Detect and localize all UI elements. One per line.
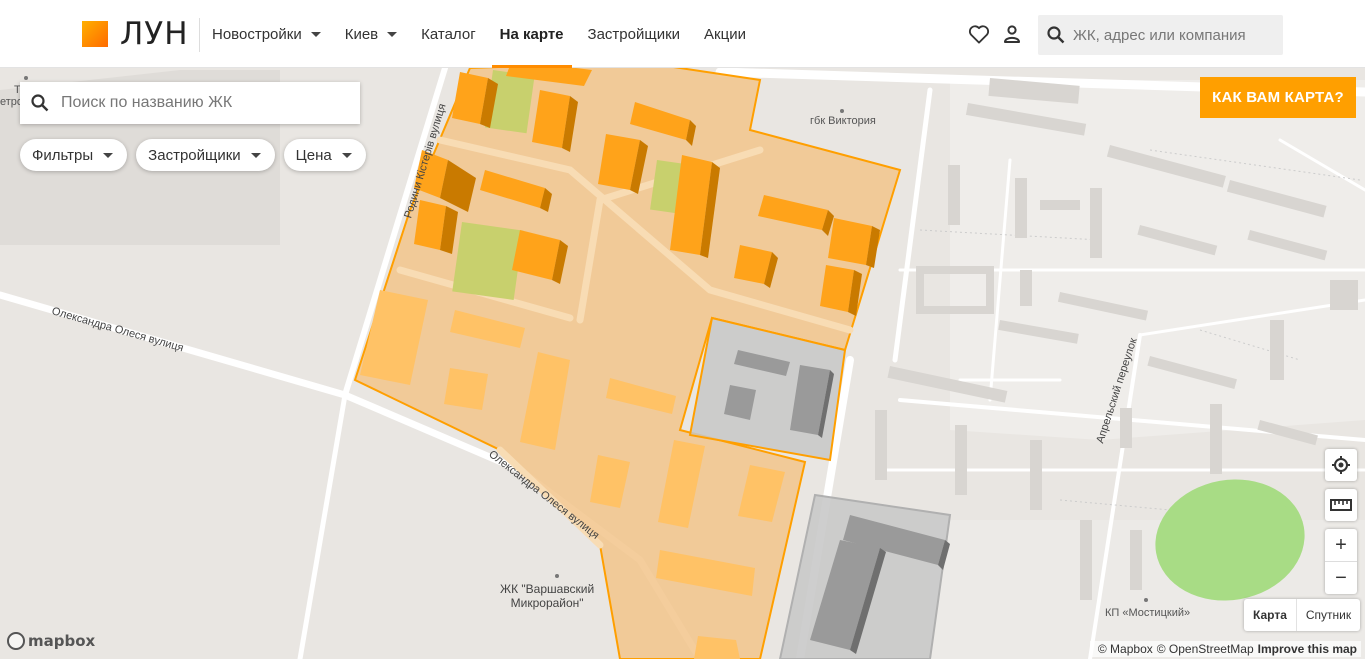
- chip-label: Цена: [295, 146, 332, 164]
- search-icon: [1047, 26, 1065, 44]
- poi-label-varshavskyi: ЖК "Варшавский Микрорайон": [500, 582, 594, 610]
- user-icon[interactable]: [1000, 22, 1024, 46]
- attribution-mapbox-link[interactable]: © Mapbox: [1098, 642, 1153, 656]
- filter-bar: Фильтры Застройщики Цена: [20, 139, 375, 171]
- logo-text: ЛУН: [120, 16, 189, 52]
- nav-label: Новостройки: [212, 25, 302, 43]
- nav-label: Акции: [704, 25, 746, 43]
- chevron-down-icon: [250, 152, 261, 158]
- main-nav: Новостройки Киев Каталог На карте Застро…: [212, 0, 770, 68]
- chip-label: Фильтры: [32, 146, 94, 164]
- mapbox-logo[interactable]: mapbox: [7, 632, 95, 650]
- poi-label-line: ЖК "Варшавский: [500, 582, 595, 596]
- filters-chip[interactable]: Фильтры: [20, 139, 128, 171]
- mapbox-logo-text: mapbox: [28, 632, 96, 650]
- geolocate-icon[interactable]: [1325, 449, 1357, 481]
- map-search-input[interactable]: [61, 94, 341, 112]
- nav-label: На карте: [499, 25, 564, 43]
- zoom-control: + −: [1325, 529, 1357, 594]
- search-icon: [31, 94, 49, 112]
- map-style-switch: Карта Спутник: [1244, 599, 1361, 631]
- chip-label: Застройщики: [148, 146, 241, 164]
- nav-label: Застройщики: [587, 25, 681, 43]
- zoom-out-icon[interactable]: −: [1325, 562, 1357, 594]
- poi-label-victoria: гбк Виктория: [810, 115, 876, 127]
- geolocate-control: [1325, 449, 1357, 481]
- nav-label: Каталог: [421, 25, 476, 43]
- nav-promotions[interactable]: Акции: [704, 0, 746, 68]
- price-chip[interactable]: Цена: [283, 139, 366, 171]
- nav-developers[interactable]: Застройщики: [588, 0, 681, 68]
- header-search-input[interactable]: [1073, 26, 1273, 44]
- map-search[interactable]: [20, 82, 360, 124]
- ruler-control: [1325, 489, 1357, 521]
- developers-chip[interactable]: Застройщики: [136, 139, 275, 171]
- poi-label-line: Микрорайон": [510, 596, 584, 610]
- map-attribution: © Mapbox © OpenStreetMap Improve this ma…: [1089, 641, 1361, 657]
- ruler-icon[interactable]: [1325, 489, 1357, 521]
- nav-map[interactable]: На карте: [491, 0, 572, 68]
- header: ЛУН Новостройки Киев Каталог На карте За…: [0, 0, 1365, 68]
- improve-map-link[interactable]: Improve this map: [1258, 642, 1357, 656]
- header-search[interactable]: [1038, 15, 1283, 55]
- style-option-satellite[interactable]: Спутник: [1295, 599, 1360, 631]
- style-option-map[interactable]: Карта: [1244, 599, 1296, 631]
- page: ЛУН Новостройки Киев Каталог На карте За…: [0, 0, 1365, 659]
- logo[interactable]: ЛУН: [82, 16, 189, 52]
- chevron-down-icon: [341, 152, 352, 158]
- chevron-down-icon: [387, 31, 398, 37]
- nav-label: Киев: [344, 25, 379, 43]
- poi-label-mostytskyi: КП «Мостицкий»: [1105, 607, 1191, 619]
- nav-city[interactable]: Киев: [344, 0, 398, 68]
- chevron-down-icon: [103, 152, 114, 158]
- mapbox-logo-icon: [7, 632, 25, 650]
- map-feedback-button[interactable]: КАК ВАМ КАРТА?: [1200, 77, 1356, 118]
- nav-novostroyki[interactable]: Новостройки: [212, 0, 321, 68]
- header-divider: [199, 18, 200, 52]
- logo-mark: [82, 21, 108, 47]
- chevron-down-icon: [310, 31, 321, 37]
- attribution-osm-link[interactable]: © OpenStreetMap: [1157, 642, 1254, 656]
- heart-icon[interactable]: [967, 22, 991, 46]
- nav-catalog[interactable]: Каталог: [421, 0, 476, 68]
- zoom-in-icon[interactable]: +: [1325, 529, 1357, 561]
